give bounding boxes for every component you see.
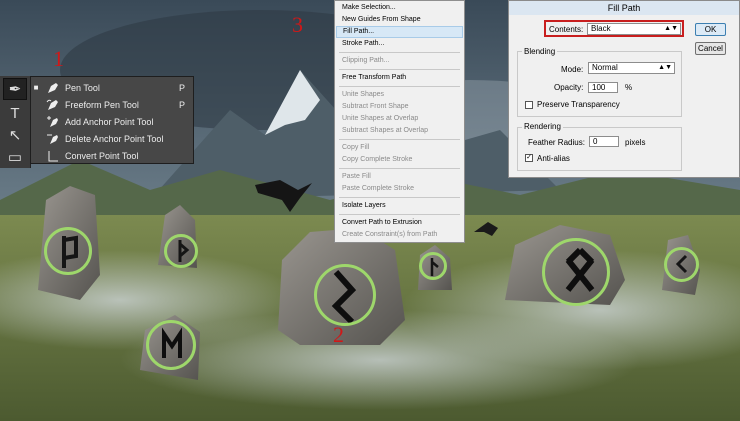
rectangle-icon: ▭ bbox=[7, 149, 23, 166]
path-context-menu: Make Selection... New Guides From Shape Fi… bbox=[334, 0, 465, 243]
menu-item-unite-shapes: Unite Shapes bbox=[342, 91, 385, 98]
rune-highlight-circle bbox=[314, 264, 376, 326]
delete-anchor-icon bbox=[41, 132, 65, 146]
menu-item-stroke-path[interactable]: Stroke Path... bbox=[336, 38, 463, 50]
opacity-unit: % bbox=[625, 83, 633, 92]
dialog-title: Fill Path bbox=[509, 1, 739, 15]
menu-item-paste-complete-stroke: Paste Complete Stroke bbox=[342, 185, 414, 192]
rune-highlight-circle bbox=[44, 227, 92, 275]
menu-item-new-guides-from-shape[interactable]: New Guides From Shape bbox=[336, 14, 463, 26]
cancel-button[interactable]: Cancel bbox=[695, 42, 726, 55]
menu-item-create-constraint-s-from-path: Create Constraint(s) from Path bbox=[342, 231, 438, 238]
flyout-item-delete-anchor-point-tool[interactable]: Delete Anchor Point Tool bbox=[31, 130, 193, 147]
active-tool-marker: ■ bbox=[33, 83, 39, 92]
menu-item-fill-path[interactable]: Fill Path... bbox=[336, 26, 463, 38]
rune-highlight-circle bbox=[664, 247, 699, 282]
flyout-item-pen-tool[interactable]: ■ Pen Tool P bbox=[31, 79, 193, 96]
flyout-item-freeform-pen-tool[interactable]: Freeform Pen Tool P bbox=[31, 96, 193, 113]
fill-path-dialog: Fill Path Contents: Black ▲▼ OK Cancel Bl… bbox=[508, 0, 740, 178]
menu-separator bbox=[339, 139, 460, 140]
menu-item-subtract-front-shape: Subtract Front Shape bbox=[342, 103, 409, 110]
pen-icon bbox=[41, 81, 65, 95]
feather-radius-unit: pixels bbox=[625, 138, 646, 147]
menu-separator bbox=[339, 168, 460, 169]
flyout-item-add-anchor-point-tool[interactable]: Add Anchor Point Tool bbox=[31, 113, 193, 130]
type-icon: T bbox=[10, 104, 20, 122]
anti-alias-checkbox[interactable]: ✓ bbox=[525, 154, 533, 162]
menu-separator bbox=[339, 86, 460, 87]
feather-radius-label: Feather Radius: bbox=[528, 138, 585, 147]
rune-highlight-circle bbox=[419, 252, 447, 280]
menu-separator bbox=[339, 197, 460, 198]
step-callout-3: 3 bbox=[292, 12, 303, 37]
opacity-input[interactable]: 100 bbox=[588, 82, 618, 93]
menu-item-subtract-shapes-at-overlap: Subtract Shapes at Overlap bbox=[342, 127, 428, 134]
rectangle-tool-button[interactable]: ▭ bbox=[3, 146, 27, 168]
add-anchor-icon bbox=[41, 115, 65, 129]
freeform-pen-icon bbox=[41, 98, 65, 112]
tools-panel: ✒ T ↖ ▭ bbox=[0, 76, 31, 168]
dropdown-arrow-icon: ▲▼ bbox=[658, 64, 672, 71]
menu-item-copy-complete-stroke: Copy Complete Stroke bbox=[342, 156, 413, 163]
preserve-transparency-label: Preserve Transparency bbox=[537, 100, 620, 109]
arrow-icon: ↖ bbox=[8, 127, 22, 144]
menu-item-isolate-layers[interactable]: Isolate Layers bbox=[336, 200, 463, 212]
menu-item-copy-fill: Copy Fill bbox=[342, 144, 370, 151]
contents-label: Contents: bbox=[549, 25, 584, 34]
rune-highlight-circle bbox=[164, 234, 198, 268]
rune-highlight-circle bbox=[542, 238, 610, 306]
blending-group-label: Blending bbox=[522, 47, 558, 56]
menu-item-unite-shapes-at-overlap: Unite Shapes at Overlap bbox=[342, 115, 419, 122]
rendering-group bbox=[517, 127, 682, 171]
opacity-label: Opacity: bbox=[554, 83, 584, 92]
anti-alias-label: Anti-alias bbox=[537, 154, 570, 163]
pen-tool-button[interactable]: ✒ bbox=[3, 78, 27, 100]
step-callout-2: 2 bbox=[333, 322, 344, 347]
type-tool-button[interactable]: T bbox=[3, 102, 27, 124]
menu-separator bbox=[339, 52, 460, 53]
pen-tool-flyout: ■ Pen Tool P Freeform Pen Tool P Add Anc… bbox=[30, 76, 194, 164]
rendering-group-label: Rendering bbox=[522, 122, 563, 131]
step-callout-1: 1 bbox=[53, 46, 64, 71]
pen-icon: ✒ bbox=[8, 81, 22, 98]
preserve-transparency-checkbox[interactable] bbox=[525, 101, 533, 109]
convert-point-icon bbox=[41, 149, 65, 163]
menu-item-free-transform-path[interactable]: Free Transform Path bbox=[336, 72, 463, 84]
mode-label: Mode: bbox=[561, 65, 584, 74]
ok-button[interactable]: OK bbox=[695, 23, 726, 36]
menu-separator bbox=[339, 69, 460, 70]
contents-select[interactable]: Black ▲▼ bbox=[587, 23, 681, 35]
menu-item-make-selection[interactable]: Make Selection... bbox=[336, 2, 463, 14]
menu-item-paste-fill: Paste Fill bbox=[342, 173, 371, 180]
menu-item-convert-path-to-extrusion[interactable]: Convert Path to Extrusion bbox=[336, 217, 463, 229]
dropdown-arrow-icon: ▲▼ bbox=[664, 25, 678, 32]
menu-separator bbox=[339, 214, 460, 215]
flyout-item-convert-point-tool[interactable]: Convert Point Tool bbox=[31, 147, 193, 164]
mode-select[interactable]: Normal ▲▼ bbox=[588, 62, 675, 74]
path-selection-tool-button[interactable]: ↖ bbox=[3, 124, 27, 146]
menu-item-clipping-path: Clipping Path... bbox=[342, 57, 390, 64]
feather-radius-input[interactable]: 0 bbox=[589, 136, 619, 147]
rune-highlight-circle bbox=[146, 320, 196, 370]
